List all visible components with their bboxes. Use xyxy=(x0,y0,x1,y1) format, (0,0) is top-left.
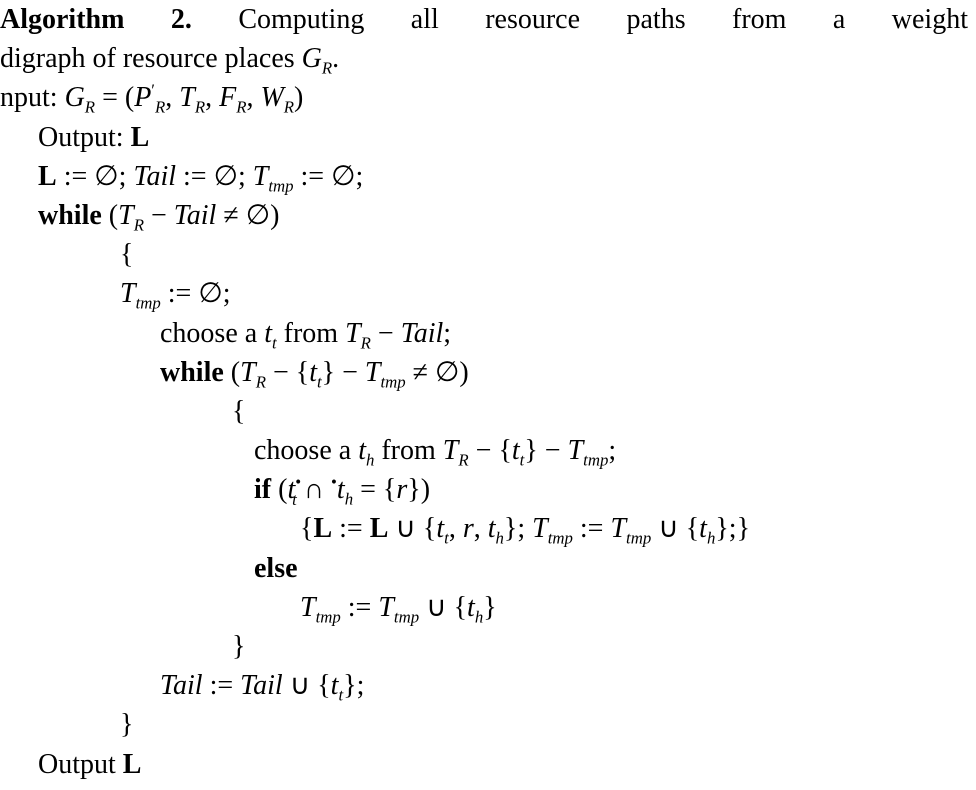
choose-th: choose a th from TR − {tt} − Ttmp; xyxy=(0,431,968,470)
algo-final-output: Output L xyxy=(0,745,968,784)
algo-desc-line2: digraph of resource places GR. xyxy=(0,39,968,78)
brace-close: } xyxy=(0,627,968,666)
algo-init: L := ∅; Tail := ∅; Ttmp := ∅; xyxy=(0,157,968,196)
ttmp-reset: Ttmp := ∅; xyxy=(0,274,968,313)
algo-input: nput: GR = (P′R, TR, FR, WR) xyxy=(0,78,968,117)
tail-update: Tail := Tail ∪ {tt}; xyxy=(0,666,968,705)
brace-close: } xyxy=(0,705,968,744)
algo-output: Output: L xyxy=(0,118,968,157)
algo-while-inner: while (TR − {tt} − Ttmp ≠ ∅) xyxy=(0,353,968,392)
algo-title-prefix: Algorithm 2. xyxy=(0,4,192,35)
brace-open: { xyxy=(0,392,968,431)
algo-if: if (t•t ∩ •th = {r}) xyxy=(0,470,968,509)
algo-title: Algorithm 2. Computing all resource path… xyxy=(0,0,968,39)
algo-if-body: {L := L ∪ {tt, r, th}; Ttmp := Ttmp ∪ {t… xyxy=(0,509,968,548)
algo-while-outer: while (TR − Tail ≠ ∅) xyxy=(0,196,968,235)
brace-open: { xyxy=(0,235,968,274)
algo-else: else xyxy=(0,549,968,588)
algo-else-body: Ttmp := Ttmp ∪ {th} xyxy=(0,588,968,627)
choose-tt: choose a tt from TR − Tail; xyxy=(0,314,968,353)
algo-title-rest: Computing all resource paths from a weig… xyxy=(192,4,968,35)
